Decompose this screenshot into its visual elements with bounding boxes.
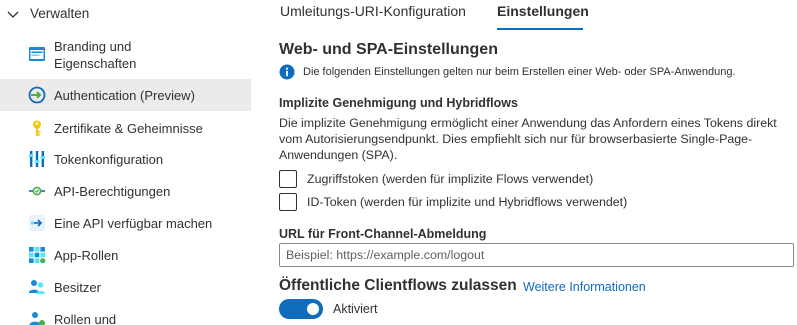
implicit-grant-description: Die implizite Genehmigung ermöglicht ein… bbox=[279, 116, 777, 162]
toggle-state-label: Aktiviert bbox=[333, 302, 378, 316]
sidebar-item-label: Zertifikate & Geheimnisse bbox=[54, 121, 203, 136]
id-token-checkbox[interactable] bbox=[279, 193, 297, 211]
sidebar-item-api-permissions[interactable]: API-Berechtigungen bbox=[0, 176, 251, 206]
info-text: Die folgenden Einstellungen gelten nur b… bbox=[303, 66, 736, 78]
sidebar-item-token-configuration[interactable]: Tokenkonfiguration bbox=[0, 144, 251, 174]
public-client-toggle[interactable] bbox=[279, 299, 323, 319]
section-heading: Web- und SPA-Einstellungen bbox=[279, 41, 498, 58]
sidebar-item-label: Authentication (Preview) bbox=[54, 88, 195, 103]
sidebar-item-label: Eigenschaften bbox=[54, 56, 137, 71]
chevron-down-icon bbox=[7, 11, 19, 18]
expose-api-icon bbox=[29, 215, 45, 231]
sidebar-item-label: Rollen und bbox=[54, 312, 117, 325]
sidebar-item-owners[interactable]: Besitzer bbox=[0, 272, 251, 302]
manage-group-label: Verwalten bbox=[30, 6, 90, 21]
sidebar-item-app-roles[interactable]: App-Rollen bbox=[0, 240, 251, 270]
manage-group-header[interactable]: Verwalten bbox=[0, 0, 251, 28]
sidebar-item-roles[interactable]: Rollen und bbox=[0, 304, 251, 325]
public-client-flows-heading: Öffentliche Clientflows zulassen bbox=[279, 277, 517, 294]
sidebar-item-authentication[interactable]: Authentication (Preview) bbox=[0, 79, 251, 111]
info-banner: Die folgenden Einstellungen gelten nur b… bbox=[279, 63, 736, 81]
app-roles-icon bbox=[29, 247, 46, 264]
sidebar-item-label: Eine API verfügbar machen bbox=[54, 216, 213, 231]
toggle-knob bbox=[307, 303, 319, 315]
access-token-checkbox[interactable] bbox=[279, 170, 297, 188]
access-token-option[interactable]: Zugriffstoken (werden für implizite Flow… bbox=[279, 169, 593, 189]
sidebar-item-label: API-Berechtigungen bbox=[54, 184, 171, 199]
branding-icon bbox=[29, 47, 45, 61]
sidebar-item-label: Besitzer bbox=[54, 280, 101, 295]
token-configuration-icon bbox=[29, 151, 45, 167]
front-channel-logout-label: URL für Front-Channel-Abmeldung bbox=[279, 227, 487, 241]
info-icon bbox=[279, 64, 295, 80]
sidebar-item-label: App-Rollen bbox=[54, 248, 119, 263]
implicit-grant-heading: Implizite Genehmigung und Hybridflows bbox=[279, 96, 518, 110]
sidebar-item-certificates[interactable]: Zertifikate & Geheimnisse bbox=[0, 113, 251, 143]
tab-redirect-uri-configuration[interactable]: Umleitungs-URI-Konfiguration bbox=[280, 3, 466, 19]
access-token-label: Zugriffstoken (werden für implizite Flow… bbox=[307, 172, 594, 186]
sidebar-item-label: Branding und bbox=[54, 39, 132, 54]
tab-selected-indicator bbox=[497, 28, 583, 30]
id-token-label: ID-Token (werden für implizite und Hybri… bbox=[307, 195, 628, 209]
sidebar-item-branding[interactable]: Branding und Eigenschaften bbox=[0, 34, 251, 74]
main-panel: Umleitungs-URI-Konfiguration Einstellung… bbox=[251, 0, 797, 325]
api-permissions-icon bbox=[29, 186, 45, 196]
authentication-icon bbox=[28, 86, 46, 104]
tab-settings[interactable]: Einstellungen bbox=[497, 3, 589, 19]
front-channel-logout-url-input[interactable] bbox=[279, 243, 794, 267]
sidebar-item-expose-api[interactable]: Eine API verfügbar machen bbox=[0, 208, 251, 238]
sidebar-item-label: Tokenkonfiguration bbox=[54, 152, 164, 167]
sidebar: Verwalten Branding und Eigenschaften Aut… bbox=[0, 0, 251, 325]
key-icon bbox=[33, 120, 41, 136]
roles-icon bbox=[29, 312, 45, 325]
public-client-toggle-row: Aktiviert bbox=[279, 299, 377, 319]
more-info-link[interactable]: Weitere Informationen bbox=[523, 280, 646, 294]
id-token-option[interactable]: ID-Token (werden für implizite und Hybri… bbox=[279, 192, 627, 212]
owners-icon bbox=[28, 280, 45, 294]
